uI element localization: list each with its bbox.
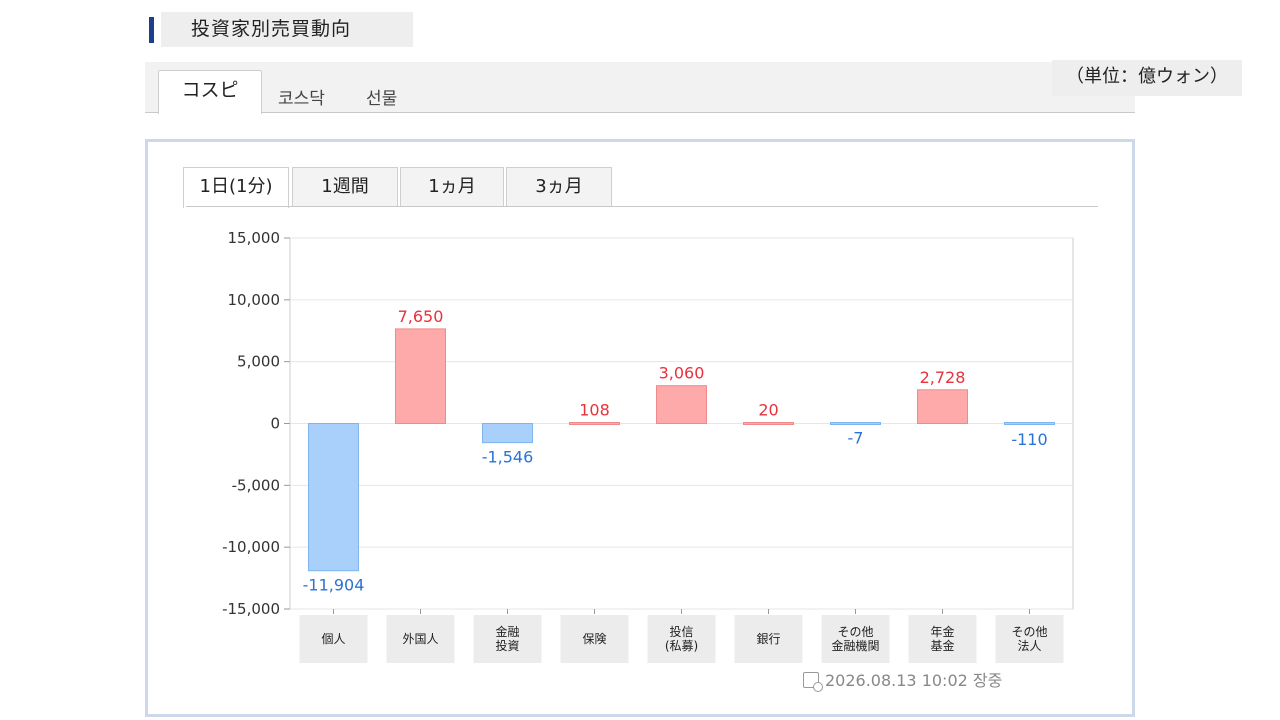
title-accent-bar <box>149 17 154 43</box>
bar <box>395 328 446 425</box>
data-label: 108 <box>579 401 610 420</box>
bar <box>1004 422 1055 425</box>
bar <box>569 422 620 425</box>
bar <box>743 422 794 425</box>
timestamp-text: 2026.08.13 10:02 장중 <box>825 671 1003 690</box>
bar <box>656 385 707 425</box>
investor-bar-chart: 15,000 10,000 5,000 0 -5,000 -10,000 -15,000 -1… <box>222 229 1074 663</box>
data-label: 20 <box>758 401 778 420</box>
data-label: -110 <box>1011 430 1047 449</box>
market-tab-strip: コスピ 코스닥 선물 <box>145 62 1135 114</box>
y-tick-label: 10,000 <box>228 291 281 309</box>
unit-label: （単位：億ウォン） <box>1052 60 1242 96</box>
bar <box>917 389 968 424</box>
category-label: 個人 <box>321 632 345 646</box>
data-label: 7,650 <box>398 307 444 326</box>
category-label: 金融投資 <box>495 624 519 653</box>
y-tick-label: 5,000 <box>237 353 280 371</box>
y-tick-label: -5,000 <box>232 476 280 494</box>
category-label: 外国人 <box>402 632 438 646</box>
y-tick-label: -10,000 <box>222 538 280 556</box>
category-label: その他金融機関 <box>831 625 879 653</box>
category-label: 保険 <box>582 632 606 646</box>
update-timestamp: 2026.08.13 10:02 장중 <box>803 667 1003 692</box>
y-tick-label: 0 <box>270 415 280 433</box>
bar <box>482 423 533 444</box>
data-label: -1,546 <box>482 448 534 467</box>
data-label: -11,904 <box>303 576 365 595</box>
bar <box>830 422 881 425</box>
tab-kospi[interactable]: コスピ <box>158 70 262 114</box>
y-tick-label: 15,000 <box>228 229 281 247</box>
data-label: 3,060 <box>659 364 705 383</box>
data-label: -7 <box>848 429 864 448</box>
tab-kosdaq[interactable]: 코스닥 <box>278 84 325 109</box>
category-label: 銀行 <box>756 632 780 646</box>
page-title: 投資家別売買動向 <box>161 12 413 47</box>
chart-panel: 1日(1分) 1週間 1ヵ月 3ヵ月 15,000 10,000 5,000 0 -5,… <box>145 139 1135 717</box>
data-label: 2,728 <box>920 368 966 387</box>
y-tick-label: -15,000 <box>222 600 280 618</box>
tab-futures[interactable]: 선물 <box>366 84 397 109</box>
bar <box>308 423 359 572</box>
category-label: 年金基金 <box>930 624 954 653</box>
calendar-clock-icon <box>803 672 823 692</box>
category-label: 投信(私募) <box>665 624 698 653</box>
